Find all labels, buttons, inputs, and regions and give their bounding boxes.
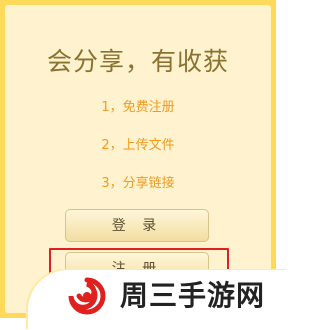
watermark-text: 周三手游网 — [120, 279, 266, 312]
swirl-logo-icon — [62, 276, 112, 316]
feature-item-share: 3，分享链接 — [101, 176, 175, 191]
feature-item-upload: 2，上传文件 — [101, 138, 175, 153]
login-button[interactable]: 登 录 — [65, 209, 209, 242]
feature-item-register: 1，免费注册 — [101, 100, 175, 115]
page-title: 会分享，有收获 — [46, 47, 229, 76]
